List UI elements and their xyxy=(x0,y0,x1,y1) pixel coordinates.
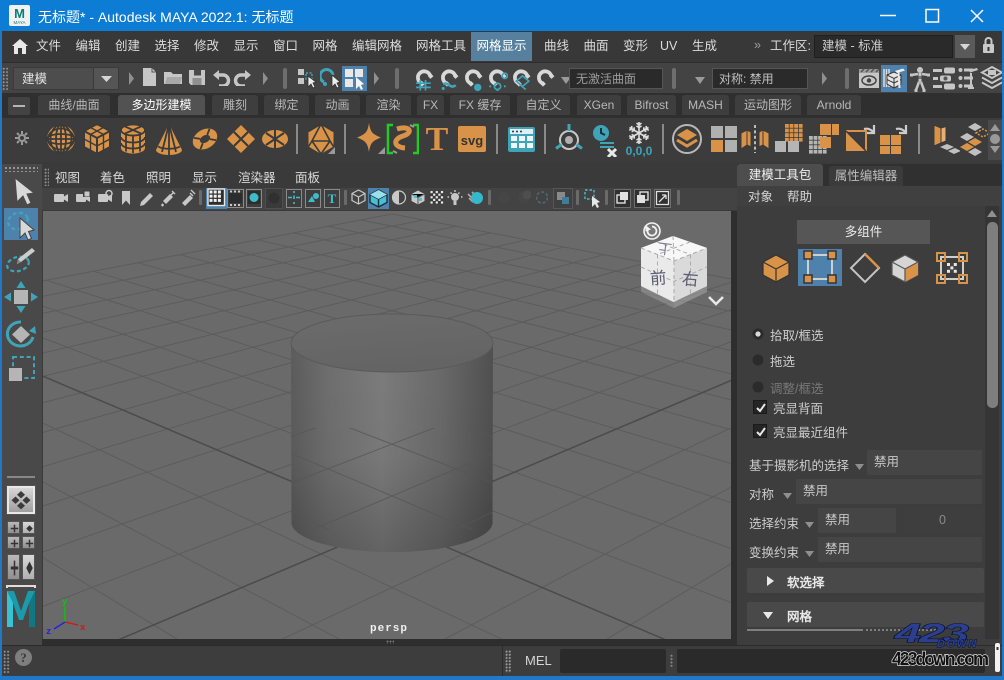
svg-text:x: x xyxy=(80,623,86,633)
svg-text:persp: persp xyxy=(370,623,408,635)
svg-text:y: y xyxy=(62,597,68,607)
svg-text:MAYA: MAYA xyxy=(13,20,25,25)
svg-text:右: 右 xyxy=(681,269,699,289)
svg-text:T: T xyxy=(426,121,449,157)
svg-text:T: T xyxy=(328,191,337,206)
svg-text:z: z xyxy=(46,627,51,637)
svg-text:上: 上 xyxy=(657,240,673,258)
svg-text:?: ? xyxy=(20,650,27,665)
svg-text:423down.com: 423down.com xyxy=(892,649,989,669)
svg-text:0,0,0: 0,0,0 xyxy=(626,144,653,157)
svg-text:M: M xyxy=(14,6,25,21)
svg-text:前: 前 xyxy=(649,268,667,288)
svg-text:svg: svg xyxy=(461,133,483,148)
